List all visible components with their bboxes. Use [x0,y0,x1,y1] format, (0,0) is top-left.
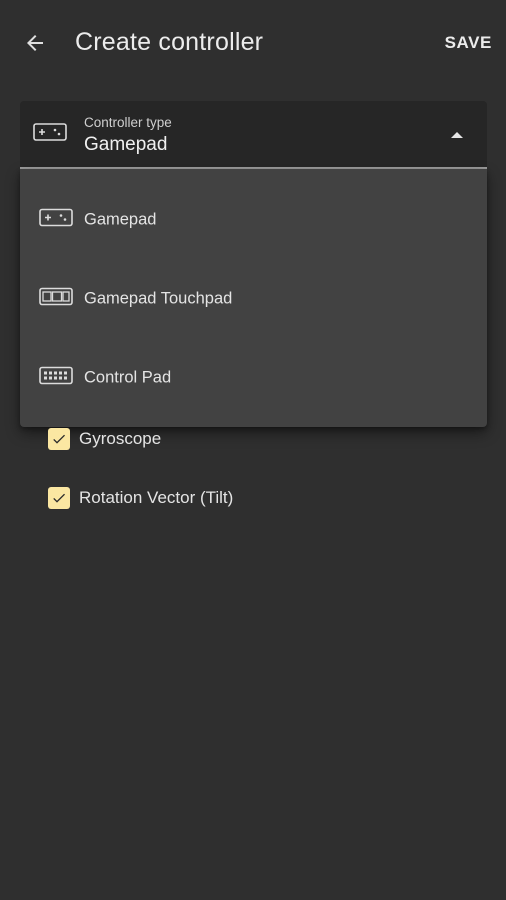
menu-item-gamepad-touchpad[interactable]: Gamepad Touchpad [20,258,487,337]
checkbox-checked[interactable] [48,428,70,450]
arrow-up-icon [451,132,463,138]
gamepad-icon [33,123,67,146]
sensor-gyroscope-checkbox[interactable]: Gyroscope [48,427,161,451]
gamepad-icon [39,208,73,232]
controller-type-select[interactable]: Controller type Gamepad [20,101,487,169]
sensor-rotation-vector-checkbox[interactable]: Rotation Vector (Tilt) [48,486,233,510]
check-icon [53,493,65,503]
checkbox-label: Rotation Vector (Tilt) [79,488,234,507]
checkbox-label: Gyroscope [79,429,162,448]
control-pad-icon [39,366,73,390]
arrow-back-icon [27,35,43,51]
app-bar: Create controller SAVE [0,0,506,88]
menu-item-label: Gamepad [84,210,157,229]
checkbox-checked[interactable] [48,487,70,509]
page-title: Create controller [75,28,264,56]
save-button[interactable]: SAVE [445,33,492,53]
menu-item-gamepad[interactable]: Gamepad [20,179,487,258]
check-icon [53,434,65,444]
gamepad-touchpad-icon [39,287,73,311]
back-button[interactable] [18,26,52,60]
controller-type-menu: Gamepad Gamepad Touchpad Control Pad [20,169,487,427]
menu-item-label: Control Pad [84,368,172,387]
select-label: Controller type [84,115,172,130]
menu-item-label: Gamepad Touchpad [84,289,233,308]
menu-item-control-pad[interactable]: Control Pad [20,337,487,416]
select-value: Gamepad [84,134,168,155]
